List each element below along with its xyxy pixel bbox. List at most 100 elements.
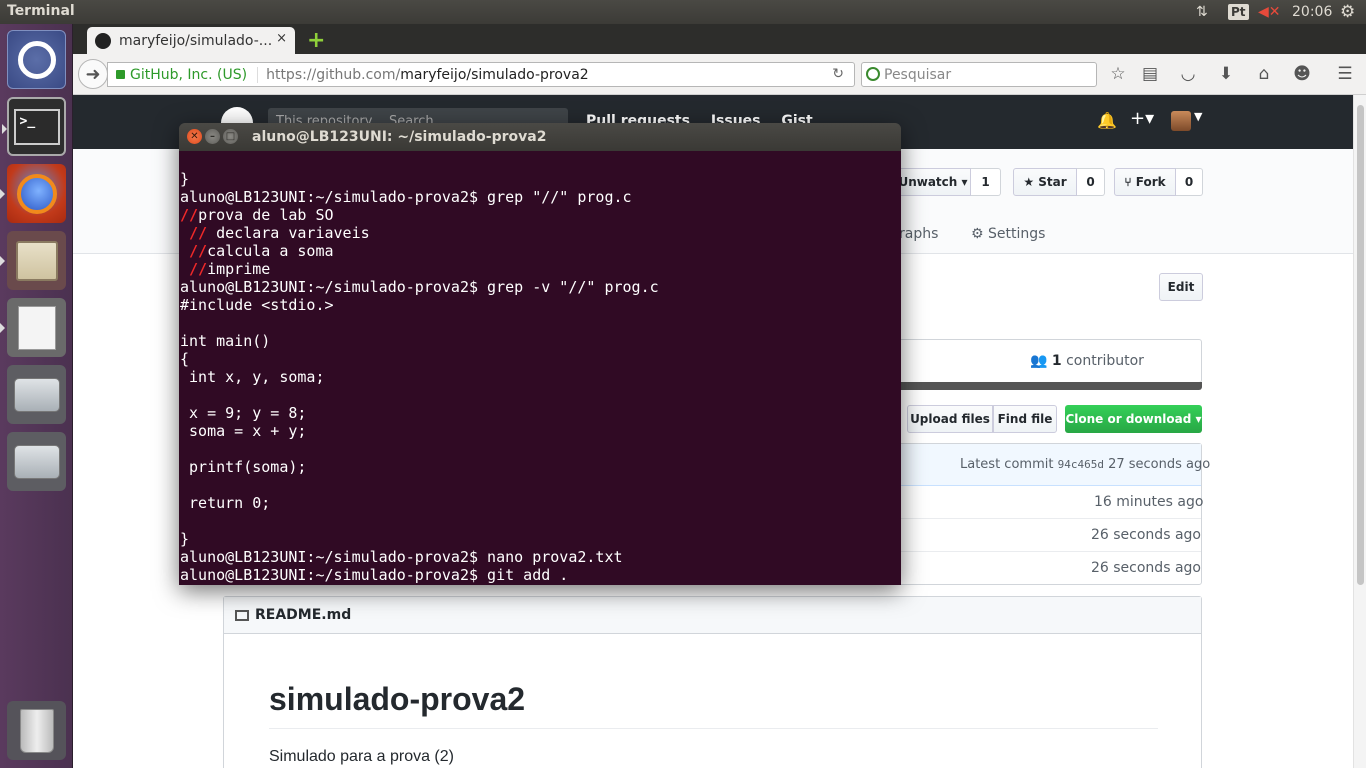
file-age: 26 seconds ago <box>1091 560 1201 576</box>
dash-home-button[interactable] <box>7 30 66 89</box>
contributors-count: 1 <box>1051 353 1062 369</box>
reading-list-icon[interactable]: ▤ <box>1139 63 1161 85</box>
avatar[interactable] <box>1171 111 1191 131</box>
tab-graphs[interactable]: raphs <box>899 226 938 242</box>
home-icon[interactable]: ⌂ <box>1253 63 1275 85</box>
terminal-text: aluno@LB123UNI:~/simulado-prova2$ grep -… <box>180 278 659 296</box>
fork-button[interactable]: ⑂ Fork <box>1114 168 1176 196</box>
disk-2-launcher-button[interactable] <box>7 432 66 491</box>
fork-icon: ⑂ <box>1124 175 1132 189</box>
page-scrollbar[interactable] <box>1353 95 1366 768</box>
window-close-button[interactable]: ✕ <box>187 129 202 144</box>
star-count[interactable]: 0 <box>1077 168 1105 196</box>
grep-match: // <box>189 224 208 242</box>
terminal-titlebar[interactable]: ✕ – □ aluno@LB123UNI: ~/simulado-prova2 <box>179 123 901 151</box>
terminal-line: //calcula a soma <box>179 242 901 260</box>
terminal-line: aluno@LB123UNI:~/simulado-prova2$ grep "… <box>179 188 901 206</box>
notification-bell-icon[interactable]: 🔔 <box>1097 111 1117 130</box>
fork-count[interactable]: 0 <box>1176 168 1203 196</box>
terminal-text: printf(soma); <box>180 458 307 476</box>
commit-hash[interactable]: 94c465d <box>1058 458 1104 471</box>
commit-age: 27 seconds ago <box>1108 457 1211 472</box>
watch-count[interactable]: 1 <box>971 168 1001 196</box>
tab-settings-label: Settings <box>988 226 1046 242</box>
hamburger-menu-icon[interactable]: ☰ <box>1334 63 1356 85</box>
running-indicator-icon <box>0 189 5 199</box>
volume-muted-icon[interactable]: ◀✕ <box>1258 0 1281 24</box>
browser-tab[interactable]: maryfeijo/simulado-... × <box>87 27 295 54</box>
edit-button[interactable]: Edit <box>1159 273 1203 301</box>
terminal-window: ✕ – □ aluno@LB123UNI: ~/simulado-prova2 … <box>179 123 901 585</box>
terminal-text: return 0; <box>180 494 271 512</box>
terminal-icon: >_ <box>13 108 60 145</box>
terminal-line: return 0; <box>179 494 901 512</box>
keyboard-layout-indicator[interactable]: Pt <box>1228 0 1249 24</box>
running-indicator-icon <box>0 256 5 266</box>
terminal-line: //imprime <box>179 260 901 278</box>
tab-settings[interactable]: ⚙ Settings <box>971 226 1045 242</box>
unwatch-button[interactable]: Unwatch ▾ <box>895 168 971 196</box>
trash-launcher-button[interactable] <box>7 701 66 760</box>
downloads-icon[interactable]: ⬇ <box>1215 63 1237 85</box>
window-maximize-button[interactable]: □ <box>223 129 238 144</box>
terminal-launcher-button[interactable]: >_ <box>2 97 66 156</box>
site-identity-label: GitHub, Inc. (US) <box>130 66 248 83</box>
latest-commit-label: Latest commit <box>960 457 1054 472</box>
contributors-link[interactable]: 👥 1 contributor <box>1030 353 1144 369</box>
terminal-text: imprime <box>207 260 271 278</box>
top-panel: Terminal ⇅ Pt ◀✕ 20:06 ⚙ <box>0 0 1366 24</box>
star-button[interactable]: ★ Star <box>1013 168 1077 196</box>
terminal-text: prova de lab SO <box>198 206 334 224</box>
back-button[interactable]: ➜ <box>78 59 108 89</box>
terminal-text: declara variaveis <box>207 224 370 242</box>
book-icon <box>235 609 249 621</box>
files-launcher-button[interactable] <box>0 231 66 290</box>
create-new-icon[interactable]: +▾ <box>1130 108 1154 129</box>
url-bar[interactable]: GitHub, Inc. (US) https://github.com/mar… <box>107 62 855 87</box>
upload-files-button[interactable]: Upload files <box>907 405 993 433</box>
ubuntu-logo-icon <box>17 40 56 79</box>
pocket-icon[interactable]: ◡ <box>1177 63 1199 85</box>
window-minimize-button[interactable]: – <box>205 129 220 144</box>
new-tab-button[interactable]: + <box>307 28 325 53</box>
running-indicator-icon <box>2 124 7 134</box>
text-editor-launcher-button[interactable] <box>0 298 66 357</box>
chevron-down-icon[interactable]: ▼ <box>1194 110 1202 123</box>
clone-or-download-button[interactable]: Clone or download ▾ <box>1065 405 1202 433</box>
network-icon[interactable]: ⇅ <box>1196 0 1208 24</box>
navigation-toolbar: ➜ GitHub, Inc. (US) https://github.com/m… <box>73 54 1366 95</box>
terminal-text: aluno@LB123UNI:~/simulado-prova2$ grep "… <box>180 188 632 206</box>
disk-1-launcher-button[interactable] <box>7 365 66 424</box>
chat-icon[interactable]: ☻ <box>1291 63 1313 85</box>
terminal-text: { <box>180 350 190 368</box>
gear-icon[interactable]: ⚙ <box>1340 0 1355 24</box>
scrollbar-thumb[interactable] <box>1357 105 1364 585</box>
terminal-title: aluno@LB123UNI: ~/simulado-prova2 <box>252 129 547 145</box>
clock[interactable]: 20:06 <box>1292 0 1332 24</box>
star-label: Star <box>1038 175 1067 189</box>
firefox-launcher-button[interactable] <box>0 164 66 223</box>
star-icon: ★ <box>1023 175 1035 189</box>
launcher: >_ <box>0 24 73 768</box>
tab-close-button[interactable]: × <box>276 31 287 46</box>
bookmark-star-icon[interactable]: ☆ <box>1107 63 1129 85</box>
text-editor-icon <box>17 305 56 350</box>
find-file-button[interactable]: Find file <box>993 405 1057 433</box>
url-text: https://github.com/maryfeijo/simulado-pr… <box>258 67 589 83</box>
reload-icon[interactable]: ↻ <box>832 66 844 82</box>
terminal-line: aluno@LB123UNI:~/simulado-prova2$ grep -… <box>179 278 901 296</box>
terminal-output[interactable]: } aluno@LB123UNI:~/simulado-prova2$ grep … <box>179 151 901 585</box>
contributors-label: contributor <box>1066 353 1144 369</box>
readme-box: README.md simulado-prova2 Simulado para … <box>223 596 1202 768</box>
unwatch-label: Unwatch <box>898 175 958 189</box>
tab-title: maryfeijo/simulado-... <box>119 32 273 49</box>
terminal-text: aluno@LB123UNI:~/simulado-prova2$ git ad… <box>180 566 569 584</box>
search-placeholder: Pesquisar <box>884 66 952 83</box>
fork-label: Fork <box>1135 175 1166 189</box>
search-input[interactable]: Pesquisar <box>861 62 1097 87</box>
site-identity[interactable]: GitHub, Inc. (US) <box>108 66 259 83</box>
clone-label: Clone or download <box>1065 412 1192 426</box>
